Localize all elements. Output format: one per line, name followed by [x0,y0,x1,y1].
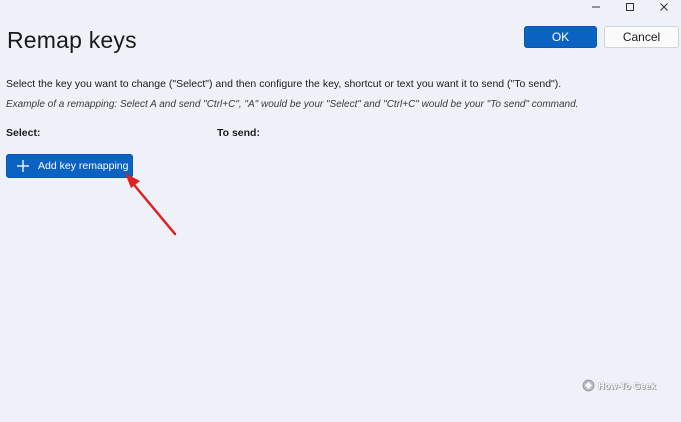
maximize-icon [626,3,634,11]
annotation-arrow-icon [125,173,177,236]
page-title: Remap keys [7,27,137,53]
watermark-text: How-To Geek [598,380,656,391]
add-key-remapping-label: Add key remapping [38,160,129,172]
plus-icon [16,159,30,173]
cancel-button[interactable]: Cancel [604,26,679,48]
example-text: Example of a remapping: Select A and sen… [6,99,579,110]
select-column-header: Select: [6,127,41,139]
close-button[interactable] [647,0,681,14]
minimize-icon [592,6,600,8]
watermark: How-To Geek [582,379,656,392]
ok-button[interactable]: OK [524,26,597,48]
instruction-text: Select the key you want to change ("Sele… [6,78,562,90]
minimize-button[interactable] [579,0,613,14]
maximize-button[interactable] [613,0,647,14]
add-key-remapping-button[interactable]: Add key remapping [6,154,133,178]
to-send-column-header: To send: [217,127,260,139]
window-controls [579,0,681,14]
how-to-geek-logo-icon [582,379,595,392]
close-icon [660,3,668,11]
